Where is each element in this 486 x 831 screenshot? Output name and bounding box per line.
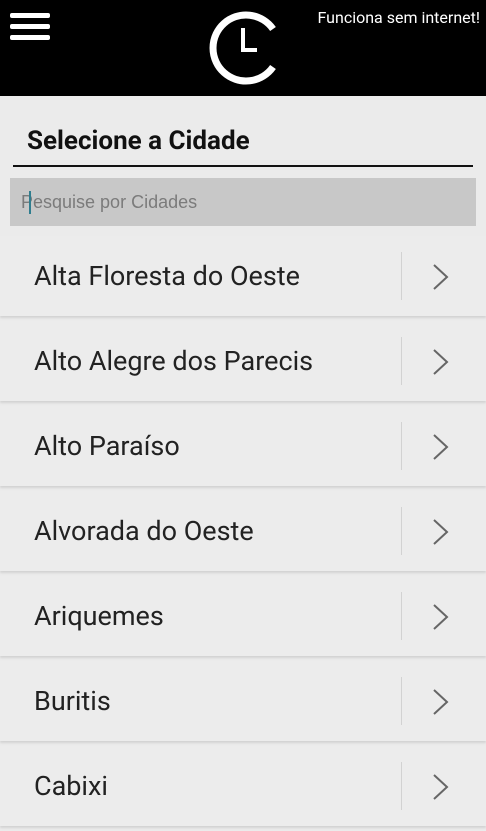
- city-list-item[interactable]: Buritis: [0, 661, 486, 741]
- chevron-right-icon: [433, 604, 449, 630]
- title-divider: [13, 165, 473, 167]
- city-list-item[interactable]: Alvorada do Oeste: [0, 491, 486, 571]
- search-input[interactable]: [10, 178, 476, 226]
- row-divider: [401, 507, 402, 555]
- city-list-item[interactable]: Alto Alegre dos Parecis: [0, 321, 486, 401]
- city-list-item[interactable]: Alta Floresta do Oeste: [0, 236, 486, 316]
- city-name: Alto Paraíso: [34, 430, 180, 462]
- chevron-right-icon: [433, 434, 449, 460]
- row-divider: [401, 677, 402, 725]
- chevron-right-icon: [433, 689, 449, 715]
- page-title: Selecione a Cidade: [27, 126, 250, 156]
- text-caret: [29, 191, 31, 214]
- row-divider: [401, 252, 402, 300]
- search-box: [10, 178, 476, 226]
- row-divider: [401, 762, 402, 810]
- city-name: Buritis: [34, 685, 111, 717]
- city-name: Alvorada do Oeste: [34, 515, 254, 547]
- city-list-item[interactable]: Cabixi: [0, 746, 486, 826]
- city-list: Alta Floresta do Oeste Alto Alegre dos P…: [0, 236, 486, 831]
- city-name: Alto Alegre dos Parecis: [34, 345, 314, 377]
- city-list-item[interactable]: Alto Paraíso: [0, 406, 486, 486]
- chevron-right-icon: [433, 264, 449, 290]
- hamburger-menu-icon[interactable]: [10, 12, 50, 42]
- offline-notice: Funciona sem internet!: [317, 8, 480, 27]
- city-list-item[interactable]: Ariquemes: [0, 576, 486, 656]
- city-name: Ariquemes: [34, 600, 164, 632]
- row-divider: [401, 592, 402, 640]
- city-name: Cabixi: [34, 770, 108, 802]
- row-divider: [401, 337, 402, 385]
- chevron-right-icon: [433, 349, 449, 375]
- chevron-right-icon: [433, 519, 449, 545]
- city-name: Alta Floresta do Oeste: [34, 260, 300, 292]
- app-header: Funciona sem internet!: [0, 0, 486, 96]
- chevron-right-icon: [433, 774, 449, 800]
- row-divider: [401, 422, 402, 470]
- clock-logo-icon: [209, 11, 276, 85]
